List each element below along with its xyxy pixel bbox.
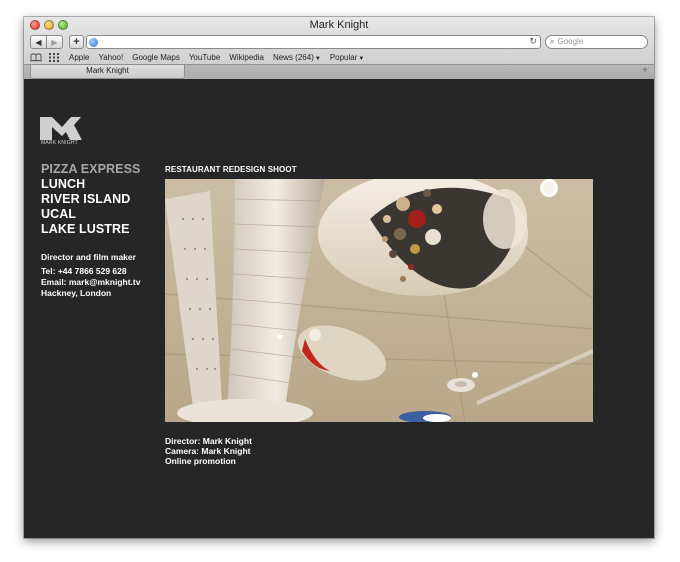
browser-toolbar: ◀ ▶ + ↻ ⌕ Google <box>24 34 654 51</box>
email-text[interactable]: Email: mark@mknight.tv <box>41 277 140 288</box>
grid-icon[interactable] <box>48 53 60 62</box>
window-title: Mark Knight <box>309 19 369 31</box>
project-title: RESTAURANT REDESIGN SHOOT <box>165 165 297 174</box>
bookmark-popular[interactable]: Popular▼ <box>330 53 365 62</box>
bookmark-google-maps[interactable]: Google Maps <box>132 53 180 62</box>
project-nav: PIZZA EXPRESS LUNCH RIVER ISLAND UCAL LA… <box>41 162 140 237</box>
bookmark-apple[interactable]: Apple <box>69 53 89 62</box>
search-input[interactable]: ⌕ Google <box>545 35 648 49</box>
bookmark-youtube[interactable]: YouTube <box>189 53 220 62</box>
bookmarks-bar: Apple Yahoo! Google Maps YouTube Wikiped… <box>24 51 654 64</box>
credit-camera: Camera: Mark Knight <box>165 446 251 456</box>
nav-pizza-express[interactable]: PIZZA EXPRESS <box>41 162 140 177</box>
nav-lake-lustre[interactable]: LAKE LUSTRE <box>41 222 140 237</box>
search-placeholder: Google <box>557 37 584 46</box>
nav-ucal[interactable]: UCAL <box>41 207 140 222</box>
chevron-down-icon: ▼ <box>358 56 365 62</box>
navigation-buttons: ◀ ▶ <box>30 35 63 49</box>
add-bookmark-button[interactable]: + <box>69 35 84 49</box>
project-photo[interactable] <box>165 179 593 422</box>
back-button[interactable]: ◀ <box>31 36 46 48</box>
credit-director: Director: Mark Knight <box>165 436 252 446</box>
bookmark-wikipedia[interactable]: Wikipedia <box>229 53 264 62</box>
web-page: MARK KNIGHT PIZZA EXPRESS LUNCH RIVER IS… <box>24 79 654 538</box>
credit-online: Online promotion <box>165 456 236 466</box>
location-text: Hackney, London <box>41 288 112 298</box>
logo-wordmark: MARK KNIGHT <box>41 140 78 146</box>
nav-river-island[interactable]: RIVER ISLAND <box>41 192 140 207</box>
bookmark-news[interactable]: News (264)▼ <box>273 53 321 62</box>
search-icon: ⌕ <box>550 37 555 46</box>
nav-lunch[interactable]: LUNCH <box>41 177 140 192</box>
contact-info: Director and film maker Tel: +44 7866 52… <box>41 252 140 299</box>
browser-chrome: Mark Knight ◀ ▶ + ↻ ⌕ Google Apple Yahoo… <box>24 17 654 79</box>
browser-window: Mark Knight ◀ ▶ + ↻ ⌕ Google Apple Yahoo… <box>24 17 654 538</box>
role-text: Director and film maker <box>41 252 136 262</box>
new-tab-button[interactable]: + <box>642 65 648 76</box>
open-book-icon[interactable] <box>30 53 42 62</box>
globe-icon <box>89 38 98 47</box>
bookmark-popular-label: Popular <box>329 53 358 62</box>
project-credits: Director: Mark Knight Camera: Mark Knigh… <box>165 436 252 466</box>
phone-text: Tel: +44 7866 529 628 <box>41 266 127 276</box>
bookmark-news-label: News (264) <box>272 53 314 62</box>
address-bar[interactable]: ↻ <box>86 35 541 49</box>
title-bar: Mark Knight <box>24 17 654 34</box>
tab-mark-knight[interactable]: Mark Knight <box>30 65 185 79</box>
tab-bar: Mark Knight + <box>24 64 654 79</box>
reload-icon[interactable]: ↻ <box>529 36 537 47</box>
bookmark-yahoo[interactable]: Yahoo! <box>98 53 123 62</box>
forward-button[interactable]: ▶ <box>46 36 62 48</box>
chevron-down-icon: ▼ <box>314 56 321 62</box>
